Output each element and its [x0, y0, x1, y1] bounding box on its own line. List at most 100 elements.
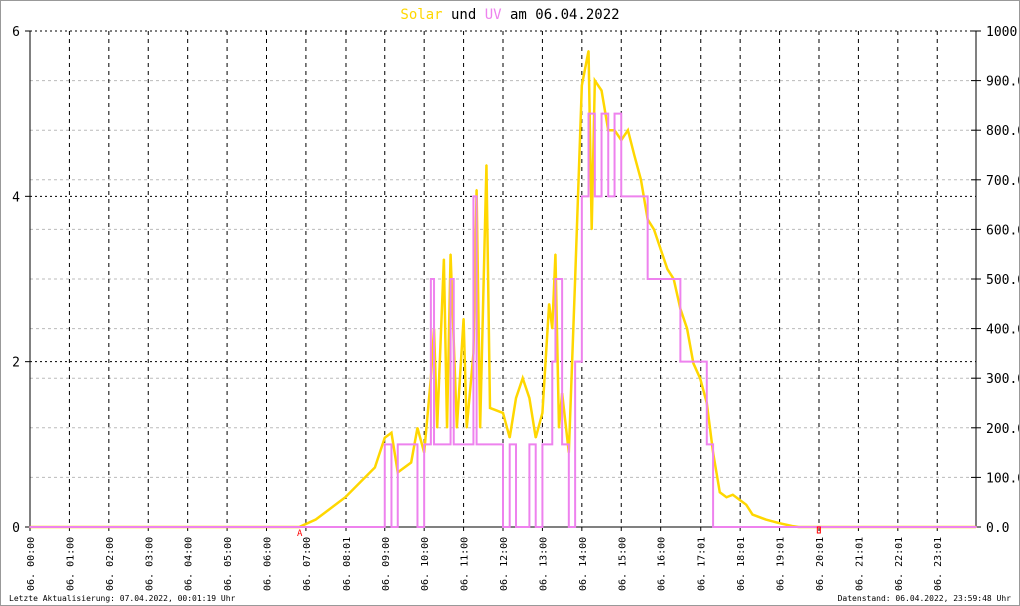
right-tick-label: 700.0: [986, 174, 1019, 189]
data-point-uv: [574, 360, 576, 363]
data-point-solar: [324, 511, 327, 513]
data-point-uv: [383, 443, 386, 446]
data-point-uv: [607, 195, 610, 198]
x-tick-label: 06. 20:01: [815, 537, 826, 591]
x-tick-label: 06. 03:00: [144, 537, 155, 591]
title-part: UV: [485, 7, 502, 23]
data-point-uv: [472, 195, 475, 198]
data-point-uv: [416, 526, 419, 528]
left-tick-label: 2: [12, 356, 20, 371]
data-point-uv: [587, 112, 590, 115]
data-point-uv: [705, 443, 708, 446]
data-point-solar: [462, 317, 465, 320]
solar-uv-chart: Solar und UV am 06.04.2022 06. 00:00 06. 0…: [12, 7, 1019, 591]
data-point-solar: [686, 327, 688, 330]
data-point-solar: [738, 498, 741, 501]
data-point-solar: [548, 303, 550, 305]
data-point-solar: [521, 377, 524, 380]
data-point-uv: [436, 443, 438, 446]
left-tick-label: 6: [12, 25, 20, 40]
data-point-uv: [528, 443, 531, 446]
data-point-uv: [423, 443, 425, 446]
data-point-uv: [449, 278, 452, 280]
right-tick-label: 900.0: [986, 75, 1019, 90]
data-point-solar: [718, 491, 721, 494]
data-point-uv: [456, 443, 458, 446]
x-tick-label: 06. 04:00: [184, 537, 195, 591]
data-point-solar: [485, 164, 488, 166]
right-tick-label: 400.0: [986, 323, 1019, 338]
data-point-uv: [594, 195, 596, 198]
data-point-uv: [430, 278, 432, 280]
data-point-uv: [475, 443, 478, 446]
data-point-uv: [975, 526, 977, 528]
x-tick-label: 06. 17:01: [697, 537, 708, 591]
data-timestamp-label: Datenstand: 06.04.2022, 23:59:48 Uhr: [837, 594, 1011, 603]
data-point-uv: [600, 112, 603, 115]
data-point-uv: [479, 443, 481, 446]
x-tick-label: 06. 23:01: [933, 537, 944, 591]
data-point-solar: [479, 427, 481, 429]
right-tick-label: 300.0: [986, 372, 1019, 387]
x-tick-label: 06. 18:01: [736, 537, 747, 591]
data-point-solar: [475, 188, 478, 191]
data-point-solar: [633, 154, 636, 156]
data-point-uv: [433, 443, 435, 446]
data-point-uv: [551, 360, 554, 363]
data-point-solar: [443, 258, 445, 260]
data-point-solar: [383, 436, 386, 439]
last-update-label: Letzte Aktualisierung: 07.04.2022, 00:01…: [9, 594, 236, 603]
data-point-solar: [666, 268, 669, 270]
data-point-solar: [416, 427, 419, 429]
data-point-solar: [410, 461, 412, 464]
data-point-solar: [699, 377, 701, 380]
title-part: und: [443, 7, 485, 23]
x-tick-label: 06. 08:01: [342, 537, 353, 591]
data-point-solar: [653, 228, 655, 231]
data-point-solar: [534, 436, 537, 439]
data-point-solar: [508, 436, 511, 439]
data-point-solar: [489, 407, 491, 409]
data-point-solar: [436, 427, 438, 429]
data-point-solar: [314, 518, 317, 521]
data-point-uv: [646, 278, 649, 280]
right-tick-label: 800.0: [986, 124, 1019, 139]
x-tick-label: 06. 13:00: [538, 537, 549, 591]
x-tick-label: 06. 11:00: [460, 537, 471, 591]
chart-window: Solar und UV am 06.04.2022 06. 00:00 06. 0…: [0, 0, 1020, 606]
data-point-solar: [692, 362, 695, 365]
x-tick-label: 06. 12:00: [499, 537, 510, 591]
data-point-solar: [590, 228, 593, 231]
x-tick-label: 06. 22:01: [894, 537, 905, 591]
data-point-solar: [554, 253, 557, 255]
x-tick-label: 06. 19:01: [776, 537, 787, 591]
right-tick-label: 500.0: [986, 273, 1019, 288]
data-point-solar: [374, 466, 376, 469]
x-tick-label: 06. 14:00: [578, 537, 589, 591]
x-tick-label: 06. 16:00: [657, 537, 668, 591]
data-point-uv: [508, 443, 511, 446]
x-tick-label: 06. 21:01: [854, 537, 865, 591]
data-point-solar: [446, 427, 448, 429]
data-point-uv: [712, 526, 714, 528]
right-tick-label: 600.0: [986, 223, 1019, 238]
data-point-solar: [581, 84, 583, 87]
marker-label: A: [297, 529, 303, 539]
x-tick-label: 06. 05:00: [223, 537, 234, 591]
data-point-solar: [765, 518, 767, 521]
left-tick-label: 4: [12, 190, 20, 205]
data-point-uv: [620, 195, 623, 198]
data-point-solar: [725, 496, 728, 499]
data-point-solar: [456, 427, 458, 429]
data-point-uv: [679, 360, 682, 363]
data-point-solar: [594, 79, 596, 82]
title-part: am 06.04.2022: [502, 7, 620, 23]
data-point-solar: [574, 278, 576, 280]
data-point-uv: [29, 526, 31, 528]
data-point-uv: [482, 443, 485, 446]
right-tick-label: 0.0: [986, 521, 1009, 536]
data-point-uv: [534, 526, 537, 528]
x-tick-label: 06. 02:00: [105, 537, 116, 591]
x-tick-label: 06. 10:00: [420, 537, 431, 591]
right-tick-label: 1000: [986, 25, 1017, 40]
